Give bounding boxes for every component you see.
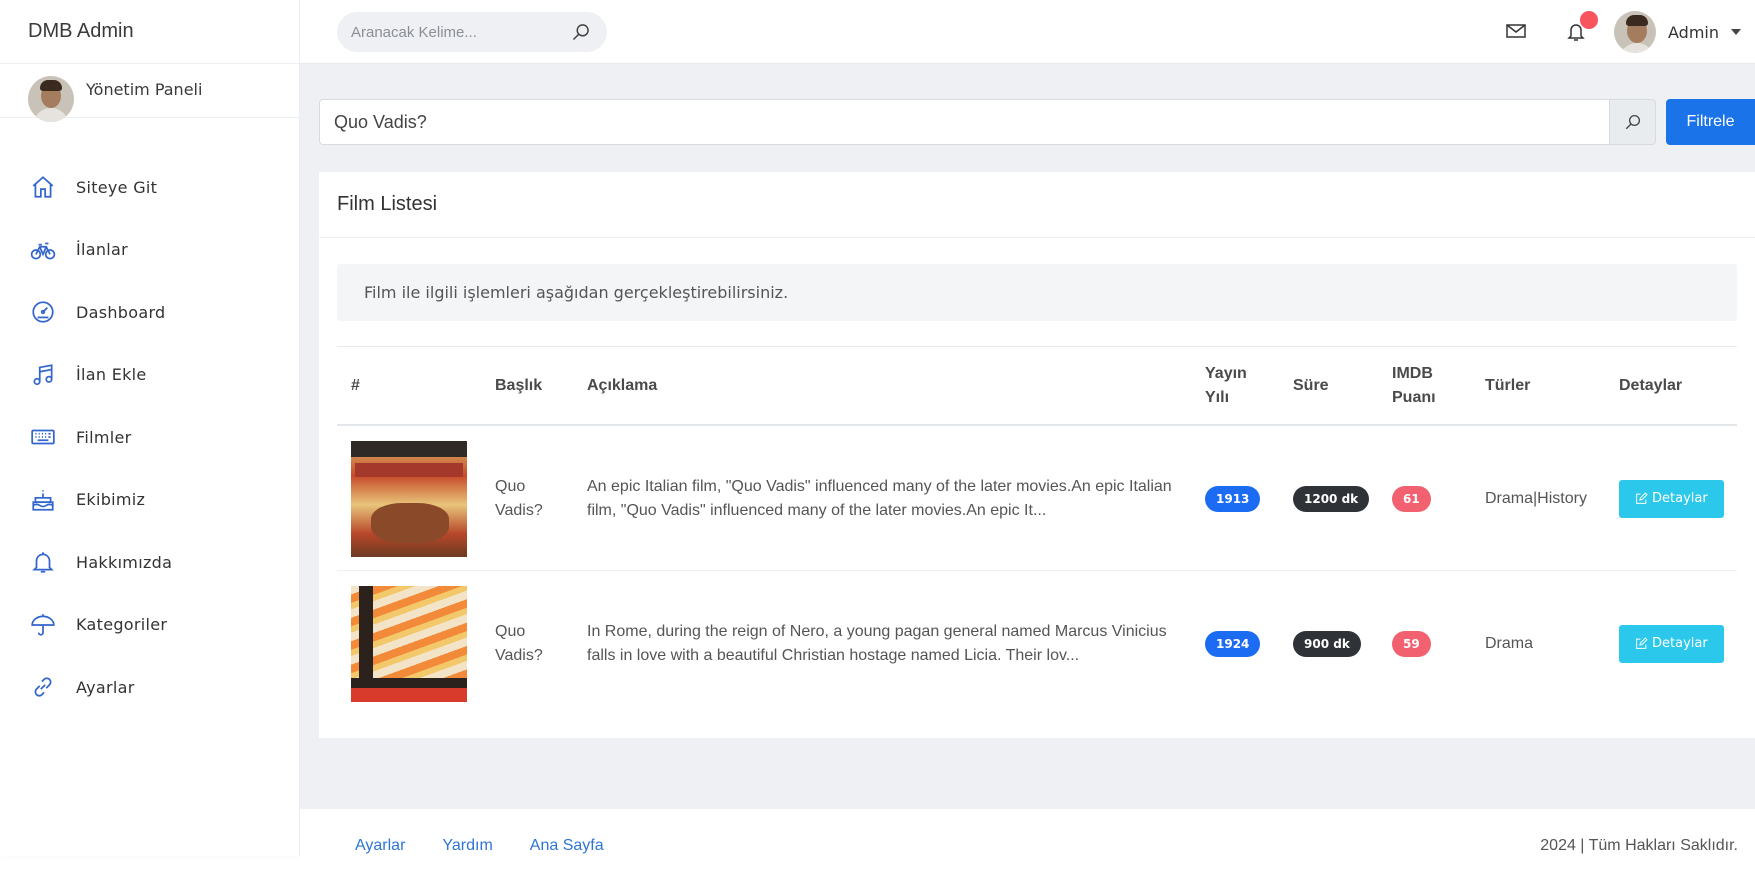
top-search <box>337 12 607 52</box>
sidebar-item-filmler[interactable]: Filmler <box>0 406 299 469</box>
music-note-icon <box>33 363 53 385</box>
card-title: Film Listesi <box>319 172 1755 238</box>
movie-genres: Drama <box>1485 634 1534 652</box>
cake-icon <box>32 490 54 511</box>
sidebar-item-label: Ekibimiz <box>76 490 146 510</box>
sidebar-item-ilanlar[interactable]: İlanlar <box>0 219 299 282</box>
umbrella-icon <box>31 613 55 636</box>
film-table: # Başlık Açıklama Yayın Yılı Süre IMDB P… <box>337 346 1737 716</box>
user-avatar <box>28 76 74 122</box>
messages-button[interactable] <box>1504 19 1530 45</box>
footer-link-yardim[interactable]: Yardım <box>442 837 492 855</box>
table-row: Quo Vadis? In Rome, during the reign of … <box>337 571 1737 716</box>
filter-input[interactable] <box>319 99 1609 145</box>
col-header-num: # <box>351 377 360 394</box>
footer-links: Ayarlar Yardım Ana Sayfa <box>355 837 641 855</box>
sidebar-item-label: Siteye Git <box>76 177 158 197</box>
movie-title: Quo Vadis? <box>495 622 543 664</box>
edit-icon <box>1636 492 1648 504</box>
movie-poster <box>351 440 467 557</box>
copyright: 2024 | Tüm Hakları Saklıdır. <box>1540 837 1738 854</box>
details-button-label: Detaylar <box>1652 636 1708 651</box>
notifications-button[interactable] <box>1564 11 1598 45</box>
duration-badge: 900 dk <box>1293 630 1361 657</box>
movie-title: Quo Vadis? <box>495 477 543 519</box>
movie-poster <box>351 585 467 702</box>
sidebar-item-label: Ayarlar <box>76 677 135 697</box>
admin-name[interactable]: Admin <box>1668 23 1719 42</box>
bicycle-icon <box>30 242 56 260</box>
sidebar-item-kategoriler[interactable]: Kategoriler <box>0 594 299 657</box>
filter-search-button[interactable] <box>1609 99 1656 145</box>
notification-dot <box>1580 11 1598 29</box>
col-header-year: Yayın Yılı <box>1205 365 1247 406</box>
sidebar-item-label: Dashboard <box>76 302 166 322</box>
search-icon[interactable] <box>571 22 591 42</box>
footer-link-ana-sayfa[interactable]: Ana Sayfa <box>530 837 604 855</box>
link-icon <box>34 677 52 697</box>
sidebar: DMB Admin Yönetim Paneli Siteye Git İlan… <box>0 0 300 856</box>
sidebar-item-ayarlar[interactable]: Ayarlar <box>0 656 299 719</box>
movie-description: In Rome, during the reign of Nero, a you… <box>587 622 1167 664</box>
topbar: Admin <box>300 0 1755 64</box>
chevron-down-icon[interactable] <box>1731 29 1741 35</box>
col-header-genres: Türler <box>1485 377 1531 394</box>
admin-avatar[interactable] <box>1614 11 1656 53</box>
details-button[interactable]: Detaylar <box>1619 624 1724 663</box>
sidebar-item-label: Filmler <box>76 427 132 447</box>
sidebar-item-dashboard[interactable]: Dashboard <box>0 281 299 344</box>
mail-icon <box>1506 24 1526 38</box>
col-header-title: Başlık <box>495 377 543 394</box>
home-icon <box>32 176 54 198</box>
sidebar-item-ilan-ekle[interactable]: İlan Ekle <box>0 344 299 407</box>
duration-badge: 1200 dk <box>1293 485 1370 512</box>
year-badge: 1913 <box>1205 485 1261 512</box>
footer: Ayarlar Yardım Ana Sayfa 2024 | Tüm Hakl… <box>300 809 1755 887</box>
details-button-label: Detaylar <box>1652 491 1708 506</box>
imdb-badge: 61 <box>1392 485 1431 512</box>
filter-button[interactable]: Filtrele <box>1666 99 1755 145</box>
sidebar-nav: Siteye Git İlanlar Dashboard İlan Ekle F… <box>0 156 299 719</box>
speedometer-icon <box>32 301 54 323</box>
info-message: Film ile ilgili işlemleri aşağıdan gerçe… <box>337 264 1737 321</box>
table-header: # Başlık Açıklama Yayın Yılı Süre IMDB P… <box>337 346 1737 426</box>
edit-icon <box>1636 637 1648 649</box>
user-panel: Yönetim Paneli <box>0 64 299 122</box>
col-header-details: Detaylar <box>1619 377 1683 394</box>
imdb-badge: 59 <box>1392 630 1431 657</box>
sidebar-item-label: İlanlar <box>76 240 129 260</box>
sidebar-item-label: İlan Ekle <box>76 365 147 385</box>
table-row: Quo Vadis? An epic Italian film, "Quo Va… <box>337 426 1737 571</box>
col-header-desc: Açıklama <box>587 377 658 394</box>
filter-bar: Filtrele <box>319 99 1755 145</box>
main-content: Filtrele Film Listesi Film ile ilgili iş… <box>300 64 1755 809</box>
user-panel-label: Yönetim Paneli <box>86 80 203 99</box>
film-list-card: Film Listesi Film ile ilgili işlemleri a… <box>319 172 1755 738</box>
topbar-actions: Admin <box>1504 0 1755 64</box>
details-button[interactable]: Detaylar <box>1619 479 1724 518</box>
sidebar-item-label: Hakkımızda <box>76 552 173 572</box>
bell-icon <box>32 552 54 573</box>
sidebar-item-siteye-git[interactable]: Siteye Git <box>0 156 299 219</box>
sidebar-item-ekibimiz[interactable]: Ekibimiz <box>0 469 299 532</box>
keyboard-icon <box>31 429 55 445</box>
movie-genres: Drama|History <box>1485 489 1587 507</box>
year-badge: 1924 <box>1205 630 1261 657</box>
col-header-imdb: IMDB Puanı <box>1392 365 1436 406</box>
footer-link-ayarlar[interactable]: Ayarlar <box>355 837 405 855</box>
search-icon <box>1625 114 1640 130</box>
movie-description: An epic Italian film, "Quo Vadis" influe… <box>587 477 1172 519</box>
brand-title[interactable]: DMB Admin <box>0 0 299 64</box>
search-input[interactable] <box>351 23 551 41</box>
sidebar-item-hakkimizda[interactable]: Hakkımızda <box>0 531 299 594</box>
sidebar-item-label: Kategoriler <box>76 615 168 635</box>
col-header-duration: Süre <box>1293 377 1329 394</box>
